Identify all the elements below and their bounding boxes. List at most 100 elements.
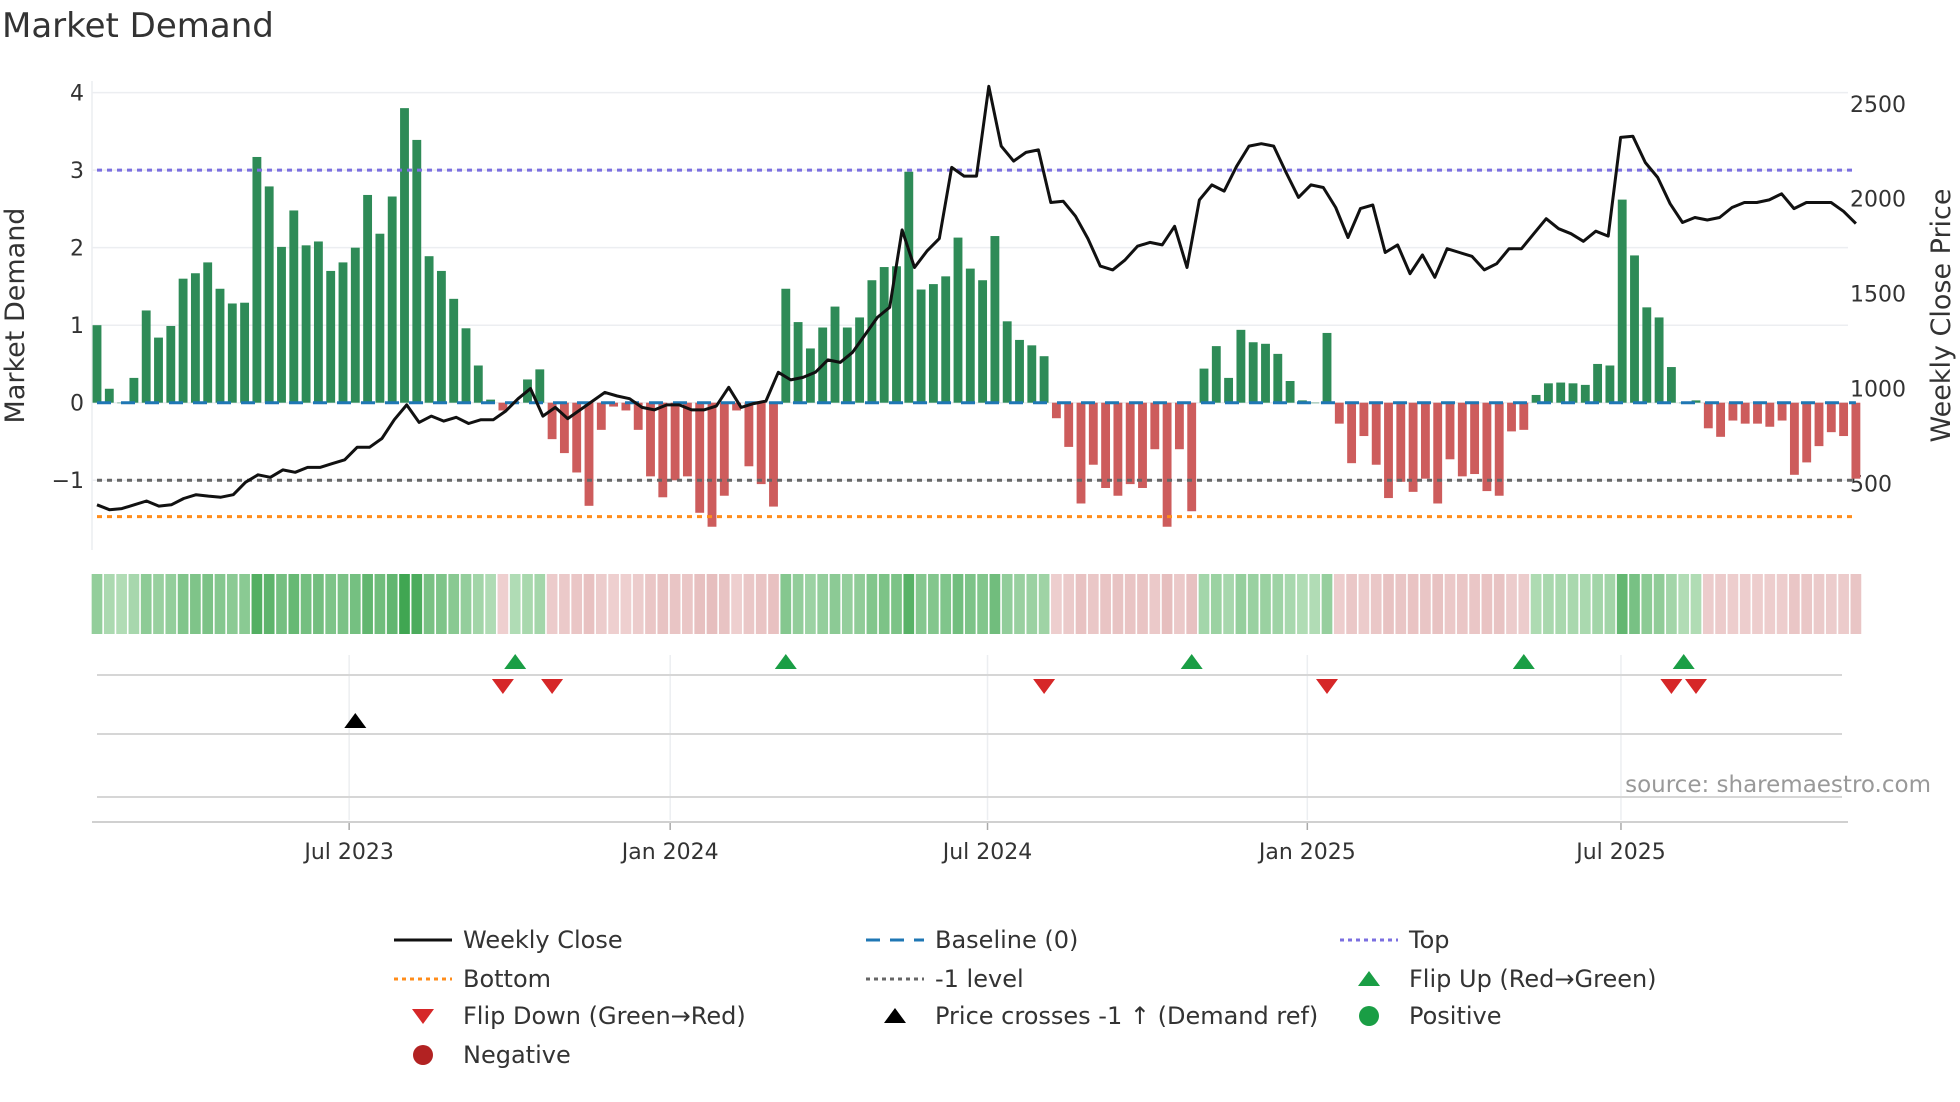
heat-strip-cell (509, 574, 521, 634)
flip-up-marker (1180, 654, 1203, 669)
legend-swatch-triangle (412, 1009, 434, 1024)
heat-strip-cell (1776, 574, 1788, 634)
demand-bar (1519, 402, 1529, 430)
demand-bar (1593, 363, 1603, 403)
demand-bar (412, 139, 422, 403)
demand-bar (1088, 402, 1098, 465)
heat-strip-cell (829, 574, 841, 634)
heat-strip-cell (362, 574, 373, 634)
demand-bar (92, 325, 102, 403)
demand-bar (227, 303, 237, 403)
demand-bar (141, 310, 151, 403)
heat-strip-cell (1555, 574, 1567, 634)
heat-strip-cell (817, 574, 829, 634)
heat-strip-cell (1260, 574, 1271, 634)
demand-bar (990, 236, 1000, 403)
demand-bar (928, 284, 938, 403)
demand-bar (338, 262, 348, 403)
flip-up-marker (504, 654, 527, 669)
heat-strip-cell (657, 574, 669, 634)
heat-strip-cell (1001, 574, 1013, 634)
heat-strip-cell (1838, 574, 1849, 634)
legend-label: Bottom (463, 965, 551, 993)
flip-up-marker (1672, 654, 1695, 669)
heat-strip-cell (1813, 574, 1825, 634)
legend-swatch-dot (1359, 1006, 1379, 1026)
y2-tick-label: 2000 (1850, 188, 1906, 213)
flip-down-marker (1660, 679, 1683, 694)
demand-bar (916, 289, 926, 403)
heat-strip-cell (313, 574, 324, 634)
heat-strip-cell (743, 574, 755, 634)
heat-strip-cell (915, 574, 927, 634)
heat-strip-cell (1063, 574, 1075, 634)
heat-strip-cell (1518, 574, 1530, 634)
demand-bar (1408, 402, 1418, 492)
demand-bar (1556, 382, 1566, 403)
heat-strip-cell (1026, 574, 1038, 634)
demand-bar (1789, 402, 1799, 475)
legend-label: -1 level (935, 965, 1024, 993)
heat-strip-cell (448, 574, 460, 634)
demand-bar (1543, 383, 1553, 403)
demand-bar (1802, 402, 1812, 463)
demand-bar (375, 233, 385, 403)
heat-strip-cell (1420, 574, 1431, 634)
heat-strip-cell (325, 574, 337, 634)
heat-strip-cell (571, 574, 583, 634)
heat-strip-cell (1850, 574, 1862, 634)
heat-strip-cell (1358, 574, 1370, 634)
demand-bar (1076, 402, 1086, 504)
demand-bar (240, 302, 250, 403)
heat-strip-cell (1272, 574, 1284, 634)
demand-bar (1261, 343, 1270, 403)
heat-strip-cell (1112, 574, 1124, 634)
y-tick-label: 3 (70, 159, 84, 184)
demand-bar (1150, 402, 1160, 450)
demand-bar (830, 306, 840, 403)
heat-strip-cell (1038, 574, 1050, 634)
y2-tick-label: 1500 (1850, 283, 1906, 308)
demand-bar (965, 268, 975, 403)
demand-bar (1371, 402, 1381, 465)
heat-strip-cell (423, 574, 435, 634)
heat-strip-cell (1210, 574, 1222, 634)
demand-bar (178, 278, 188, 403)
demand-bar (1765, 402, 1775, 427)
heat-strip-cell (1530, 574, 1542, 634)
heat-strip-cell (1764, 574, 1776, 634)
heat-strip-cell (140, 574, 152, 634)
demand-bar (1224, 377, 1234, 403)
heat-strip-cell (1543, 574, 1554, 634)
heat-strip-cell (1100, 574, 1111, 634)
heat-strip-cell (374, 574, 386, 634)
demand-bar (473, 365, 483, 403)
heat-strip-cell (989, 574, 1001, 634)
flip-down-marker (491, 679, 514, 694)
legend-swatch-triangle (1358, 971, 1380, 986)
heat-strip-cell (460, 574, 472, 634)
heat-strip-cell (706, 574, 718, 634)
flip-down-marker (1685, 679, 1707, 694)
legend-swatch-dot (413, 1045, 433, 1065)
heat-strip-cell (128, 574, 140, 634)
demand-bar (879, 267, 889, 403)
demand-bar (855, 317, 865, 403)
heat-strip-cell (263, 574, 275, 634)
heat-strip-cell (1493, 574, 1505, 634)
heat-strip-cell (1186, 574, 1198, 634)
demand-bar (1113, 402, 1123, 496)
demand-bar (1445, 402, 1455, 460)
legend-label: Price crosses -1 ↑ (Demand ref) (935, 1002, 1318, 1030)
flip-down-marker (1316, 679, 1338, 694)
heat-strip-cell (1223, 574, 1234, 634)
demand-bar (1334, 402, 1344, 424)
demand-bar (744, 402, 754, 467)
y2-axis-label: Weekly Close Price (1926, 188, 1957, 442)
heat-strip-cell (780, 574, 792, 634)
demand-bar (867, 280, 877, 403)
heat-strip-cell (1321, 574, 1333, 634)
heat-strip-cell (669, 574, 681, 634)
demand-bar (1470, 402, 1480, 475)
heat-strip-cell (595, 574, 607, 634)
